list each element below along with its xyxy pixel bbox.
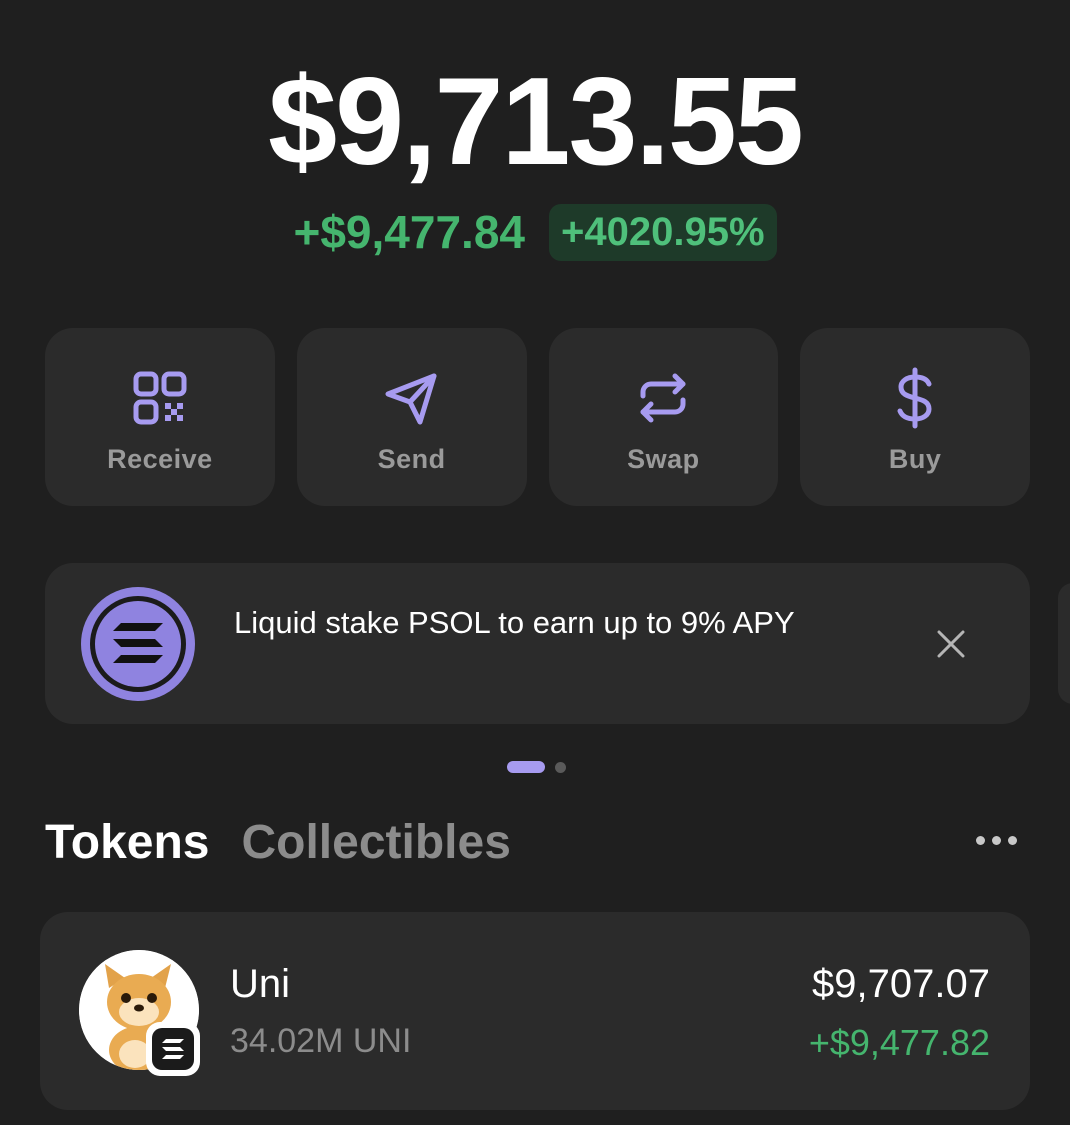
solana-badge-bars <box>162 1039 184 1059</box>
promo-banner[interactable]: Liquid stake PSOL to earn up to 9% APY <box>45 563 1030 724</box>
pagination-dot[interactable] <box>555 761 566 773</box>
banner-pagination <box>507 761 566 773</box>
promo-banner-text: Liquid stake PSOL to earn up to 9% APY <box>234 605 795 640</box>
token-change: +$9,477.82 <box>808 1022 990 1063</box>
more-dot <box>976 835 985 845</box>
action-buttons: Receive Send Swap Buy <box>45 328 1030 506</box>
send-label: Send <box>377 444 446 474</box>
close-icon[interactable] <box>933 626 969 662</box>
qr-code-icon <box>133 371 187 425</box>
token-quantity: 34.02M UNI <box>230 1022 412 1060</box>
token-name: Uni <box>230 962 291 1006</box>
more-dot <box>1008 835 1017 845</box>
dollar-icon <box>897 367 932 429</box>
portfolio-change-row: +$9,477.84 +4020.95% <box>0 200 1070 264</box>
portfolio-balance: $9,713.55 <box>268 53 804 191</box>
receive-button[interactable]: Receive <box>45 328 275 506</box>
solana-badge-icon <box>146 1022 200 1076</box>
asset-tabs: Tokens Collectibles <box>45 812 511 872</box>
buy-button[interactable]: Buy <box>800 328 1030 506</box>
token-value: $9,707.07 <box>812 962 990 1006</box>
pagination-dot-active[interactable] <box>507 761 545 773</box>
swap-icon <box>640 373 686 423</box>
swap-label: Swap <box>627 444 700 474</box>
token-row[interactable]: Uni 34.02M UNI $9,707.07 +$9,477.82 <box>40 912 1030 1110</box>
solana-bars-icon <box>113 623 163 663</box>
portfolio-change-amount: +$9,477.84 <box>293 206 525 258</box>
tab-tokens[interactable]: Tokens <box>45 815 209 870</box>
chain-badge-bg <box>152 1028 194 1070</box>
portfolio-change-percent-badge: +4020.95% <box>549 203 777 261</box>
receive-label: Receive <box>107 444 213 474</box>
more-dot <box>992 835 1001 845</box>
solana-logo-icon <box>81 587 195 701</box>
swap-button[interactable]: Swap <box>548 328 779 506</box>
buy-label: Buy <box>888 444 942 474</box>
tab-collectibles[interactable]: Collectibles <box>241 815 510 870</box>
more-options-icon[interactable] <box>976 828 1026 852</box>
send-button[interactable]: Send <box>296 328 527 506</box>
next-banner-card-peek[interactable] <box>1058 583 1070 704</box>
send-icon <box>385 373 437 425</box>
